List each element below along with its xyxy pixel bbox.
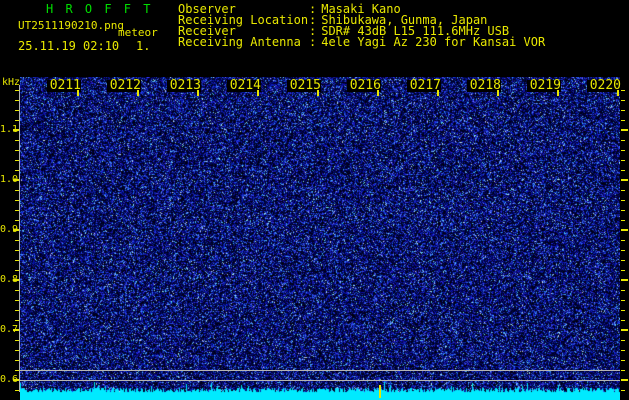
minute-tick [617, 90, 619, 96]
event-marker-line [379, 385, 381, 398]
freq-minor-tick-right [621, 120, 625, 121]
freq-minor-tick [15, 320, 19, 321]
freq-minor-tick [15, 310, 19, 311]
frequency-axis-unit: kHz [1, 77, 20, 88]
minute-tick [257, 90, 259, 96]
freq-major-tick-right [621, 179, 628, 181]
freq-minor-tick [15, 100, 19, 101]
freq-major-tick [13, 129, 19, 131]
time-tick-label: 0220 [587, 79, 621, 92]
info-colon: : [309, 35, 317, 49]
freq-minor-tick-right [621, 220, 625, 221]
freq-minor-tick-right [621, 350, 625, 351]
freq-major-tick-right [621, 329, 628, 331]
freq-major-tick [13, 379, 19, 381]
freq-minor-tick [15, 140, 19, 141]
freq-minor-tick-right [621, 300, 625, 301]
output-filename: UT2511190210.png [18, 19, 124, 32]
freq-major-tick-right [621, 129, 628, 131]
info-row-antenna: Receiving Antenna:4ele Yagi Az 230 for K… [178, 36, 545, 48]
freq-minor-tick-right [621, 150, 625, 151]
minute-tick [437, 90, 439, 96]
freq-major-tick-right [621, 379, 628, 381]
freq-minor-tick-right [621, 340, 625, 341]
time-tick-label: 0215 [287, 79, 321, 92]
minute-tick [197, 90, 199, 96]
freq-minor-tick [15, 390, 19, 391]
freq-minor-tick-right [621, 160, 625, 161]
freq-minor-tick-right [621, 210, 625, 211]
time-tick-label: 0213 [167, 79, 201, 92]
time-tick-label: 0216 [347, 79, 381, 92]
time-tick-label: 0212 [107, 79, 141, 92]
freq-major-tick [13, 329, 19, 331]
freq-minor-tick [15, 160, 19, 161]
freq-minor-tick [15, 220, 19, 221]
freq-minor-tick-right [621, 240, 625, 241]
freq-minor-tick-right [621, 250, 625, 251]
freq-minor-tick [15, 340, 19, 341]
observation-mode: meteor [118, 26, 158, 39]
reference-line [20, 380, 620, 381]
freq-minor-tick [15, 260, 19, 261]
freq-minor-tick [15, 110, 19, 111]
freq-minor-tick-right [621, 390, 625, 391]
time-tick-label: 0218 [467, 79, 501, 92]
freq-minor-tick-right [621, 200, 625, 201]
freq-major-tick [13, 179, 19, 181]
time-tick-label: 0214 [227, 79, 261, 92]
freq-major-tick [13, 279, 19, 281]
freq-minor-tick [15, 270, 19, 271]
time-tick-label: 0217 [407, 79, 441, 92]
minute-tick [497, 90, 499, 96]
freq-minor-tick [15, 350, 19, 351]
freq-minor-tick [15, 290, 19, 291]
hrofft-screen: H R O F F T UT2511190210.png meteor 25.1… [0, 0, 629, 400]
freq-major-tick [13, 229, 19, 231]
page-counter: 1. [136, 39, 151, 53]
time-tick-label: 0211 [47, 79, 81, 92]
freq-minor-tick [15, 240, 19, 241]
observation-datetime: 25.11.19 02:10 [18, 39, 120, 53]
minute-tick [137, 90, 139, 96]
frequency-axis-line [19, 85, 20, 392]
freq-minor-tick-right [621, 320, 625, 321]
freq-minor-tick [15, 90, 19, 91]
freq-minor-tick-right [621, 360, 625, 361]
minute-tick [377, 90, 379, 96]
freq-minor-tick-right [621, 370, 625, 371]
freq-minor-tick [15, 360, 19, 361]
freq-minor-tick-right [621, 270, 625, 271]
freq-minor-tick [15, 190, 19, 191]
app-title: H R O F F T [46, 2, 153, 16]
time-tick-label: 0219 [527, 79, 561, 92]
freq-minor-tick [15, 370, 19, 371]
freq-minor-tick-right [621, 110, 625, 111]
freq-minor-tick [15, 250, 19, 251]
minute-tick [77, 90, 79, 96]
freq-minor-tick-right [621, 290, 625, 291]
info-label: Receiving Antenna [178, 35, 301, 49]
freq-minor-tick-right [621, 190, 625, 191]
freq-major-tick-right [621, 279, 628, 281]
freq-minor-tick-right [621, 140, 625, 141]
freq-minor-tick-right [621, 310, 625, 311]
freq-minor-tick [15, 300, 19, 301]
reference-line [20, 370, 620, 371]
freq-minor-tick-right [621, 90, 625, 91]
freq-minor-tick [15, 120, 19, 121]
freq-major-tick-right [621, 229, 628, 231]
freq-minor-tick [15, 200, 19, 201]
spectrogram-canvas [20, 77, 620, 400]
info-value: 4ele Yagi Az 230 for Kansai VOR [321, 35, 546, 49]
freq-minor-tick-right [621, 100, 625, 101]
freq-minor-tick [15, 150, 19, 151]
freq-minor-tick [15, 210, 19, 211]
freq-minor-tick-right [621, 170, 625, 171]
minute-tick [557, 90, 559, 96]
freq-minor-tick-right [621, 260, 625, 261]
freq-minor-tick [15, 170, 19, 171]
minute-tick [317, 90, 319, 96]
